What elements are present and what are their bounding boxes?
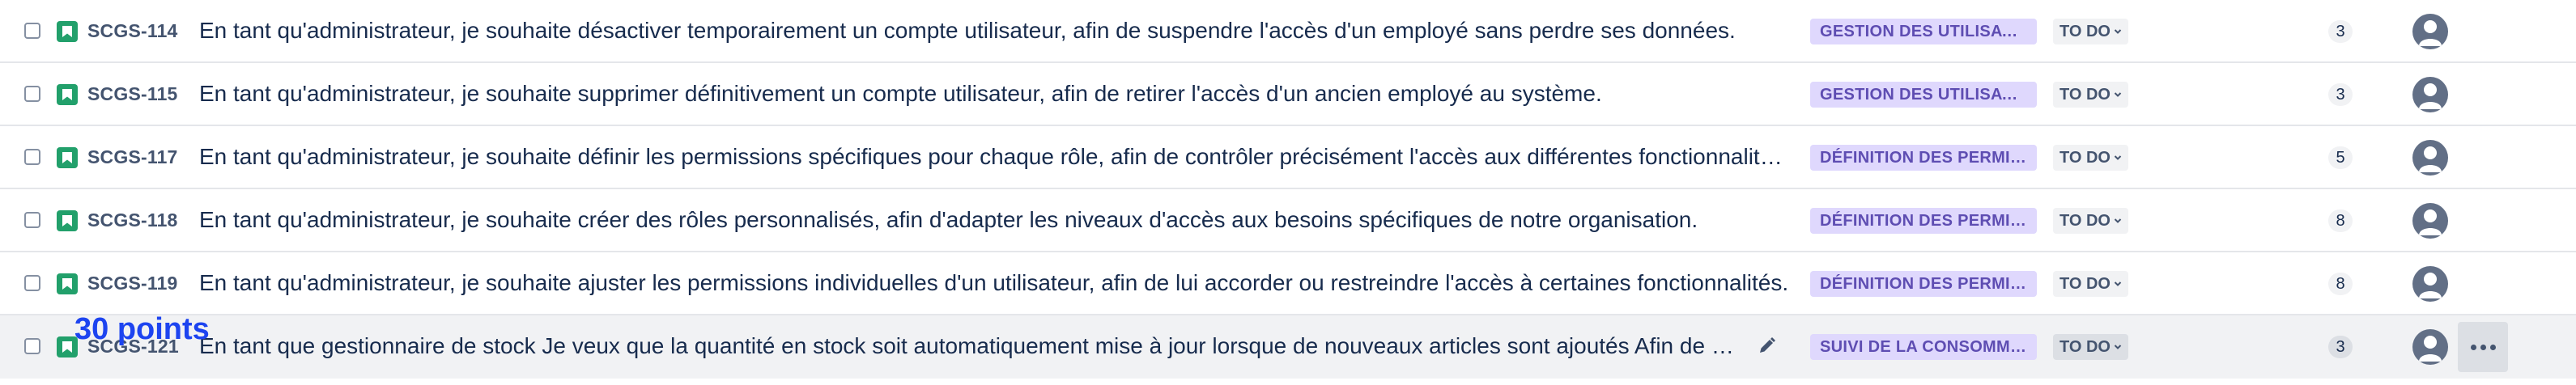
chevron-down-icon [2114, 345, 2122, 349]
story-icon [57, 273, 78, 294]
issue-checkbox[interactable] [24, 149, 40, 165]
issue-row[interactable]: SCGS-117 En tant qu'administrateur, je s… [0, 126, 2576, 189]
epic-lozenge[interactable]: GESTION DES UTILISATEURS [1810, 82, 2037, 108]
default-avatar-icon[interactable] [2412, 140, 2448, 176]
issue-row[interactable]: SCGS-121 En tant que gestionnaire de sto… [0, 315, 2576, 379]
issue-row[interactable]: SCGS-119 En tant qu'administrateur, je s… [0, 252, 2576, 315]
backlog-issue-list: SCGS-114 En tant qu'administrateur, je s… [0, 0, 2576, 379]
status-dropdown[interactable]: TO DO [2053, 145, 2128, 171]
issue-key[interactable]: SCGS-117 [87, 146, 178, 168]
status-dropdown[interactable]: TO DO [2053, 82, 2128, 108]
issue-summary[interactable]: En tant qu'administrateur, je souhaite d… [199, 18, 1790, 44]
default-avatar-icon[interactable] [2412, 77, 2448, 112]
issue-key[interactable]: SCGS-114 [87, 20, 178, 42]
status-label: TO DO [2060, 212, 2111, 230]
chevron-down-icon [2114, 92, 2122, 97]
issue-key[interactable]: SCGS-115 [87, 83, 178, 105]
status-label: TO DO [2060, 149, 2111, 167]
status-dropdown[interactable]: TO DO [2053, 271, 2128, 297]
issue-summary[interactable]: En tant qu'administrateur, je souhaite a… [199, 270, 1790, 296]
chevron-down-icon [2114, 29, 2122, 34]
pencil-icon[interactable] [1755, 335, 1778, 358]
issue-summary[interactable]: En tant qu'administrateur, je souhaite d… [199, 144, 1790, 170]
epic-lozenge[interactable]: DÉFINITION DES PERMISSIONS [1810, 208, 2037, 234]
epic-lozenge[interactable]: DÉFINITION DES PERMISSIONS [1810, 145, 2037, 171]
more-actions-icon [2471, 345, 2476, 350]
issue-key[interactable]: SCGS-118 [87, 209, 178, 231]
more-actions-icon-dot [2490, 345, 2496, 350]
more-actions-icon-dot [2480, 345, 2486, 350]
issue-row[interactable]: SCGS-114 En tant qu'administrateur, je s… [0, 0, 2576, 63]
issue-row[interactable]: SCGS-118 En tant qu'administrateur, je s… [0, 189, 2576, 252]
status-label: TO DO [2060, 86, 2111, 104]
issue-row[interactable]: SCGS-115 En tant qu'administrateur, je s… [0, 63, 2576, 126]
story-points-badge[interactable]: 5 [2328, 146, 2353, 169]
status-label: TO DO [2060, 338, 2111, 356]
epic-lozenge[interactable]: SUIVI DE LA CONSOMMATION [1810, 334, 2037, 360]
epic-lozenge[interactable]: GESTION DES UTILISATEURS [1810, 19, 2037, 44]
story-points-badge[interactable]: 3 [2328, 20, 2353, 43]
chevron-down-icon [2114, 155, 2122, 160]
chevron-down-icon [2114, 281, 2122, 286]
status-label: TO DO [2060, 23, 2111, 40]
status-dropdown[interactable]: TO DO [2053, 208, 2128, 234]
chevron-down-icon [2114, 218, 2122, 223]
issue-summary[interactable]: En tant qu'administrateur, je souhaite s… [199, 81, 1790, 107]
issue-checkbox[interactable] [24, 212, 40, 228]
default-avatar-icon[interactable] [2412, 14, 2448, 49]
issue-key[interactable]: SCGS-119 [87, 273, 178, 294]
more-actions-button[interactable] [2458, 322, 2508, 372]
points-total-overlay: 30 points [74, 312, 210, 346]
issue-checkbox[interactable] [24, 338, 40, 354]
story-icon [57, 210, 78, 231]
story-points-badge[interactable]: 3 [2328, 336, 2353, 358]
default-avatar-icon[interactable] [2412, 329, 2448, 365]
epic-lozenge[interactable]: DÉFINITION DES PERMISSIONS [1810, 271, 2037, 297]
story-points-badge[interactable]: 8 [2328, 209, 2353, 232]
issue-checkbox[interactable] [24, 275, 40, 291]
story-icon [57, 147, 78, 168]
story-points-badge[interactable]: 3 [2328, 83, 2353, 106]
issue-summary[interactable]: En tant que gestionnaire de stock Je veu… [199, 333, 1737, 359]
status-dropdown[interactable]: TO DO [2053, 334, 2128, 360]
status-label: TO DO [2060, 275, 2111, 293]
default-avatar-icon[interactable] [2412, 266, 2448, 302]
story-icon [57, 21, 78, 42]
issue-summary[interactable]: En tant qu'administrateur, je souhaite c… [199, 207, 1790, 233]
story-icon [57, 84, 78, 105]
story-points-badge[interactable]: 8 [2328, 273, 2353, 295]
status-dropdown[interactable]: TO DO [2053, 19, 2128, 44]
default-avatar-icon[interactable] [2412, 203, 2448, 239]
issue-checkbox[interactable] [24, 23, 40, 39]
issue-checkbox[interactable] [24, 86, 40, 102]
